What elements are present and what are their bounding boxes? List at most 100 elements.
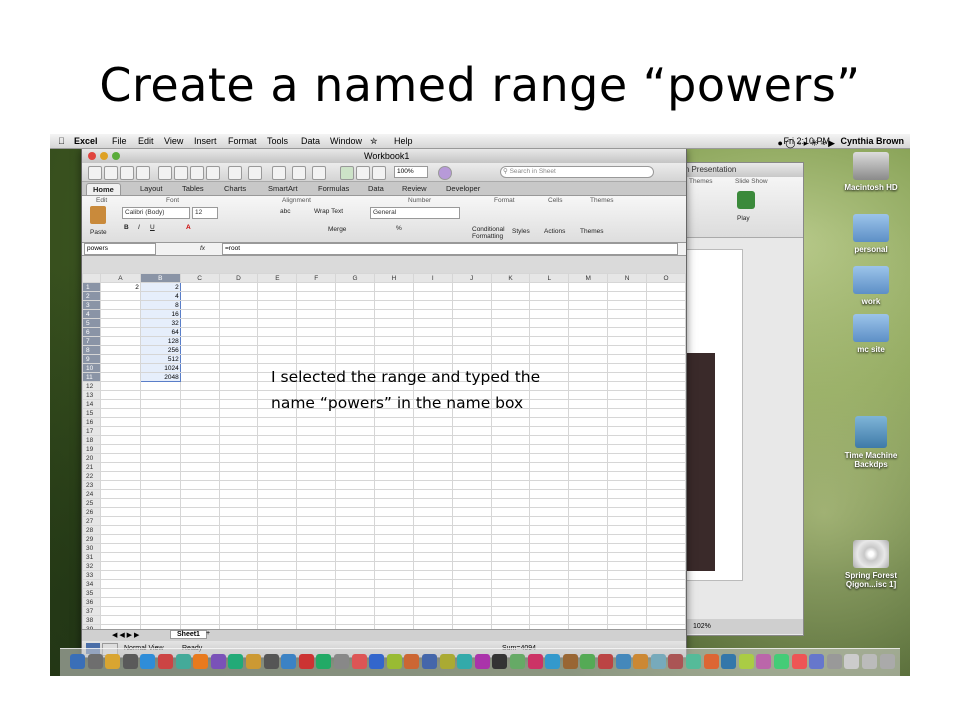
row-header[interactable]: 30 xyxy=(82,543,101,553)
cell-table[interactable]: ABCDEFGHIJKLMNO 1 2 2 2 4 3 8 4 16 5 32 6 64 7 128 8 256… xyxy=(82,273,686,629)
column-header-h[interactable]: H xyxy=(374,273,414,283)
tab-data[interactable]: Data xyxy=(362,183,390,194)
cell-h16[interactable] xyxy=(374,417,414,427)
cell-n23[interactable] xyxy=(607,480,648,490)
cell-k18[interactable] xyxy=(490,435,531,445)
cell-a33[interactable] xyxy=(99,570,141,580)
cell-m8[interactable] xyxy=(568,345,609,355)
cell-m4[interactable] xyxy=(568,309,609,319)
wrap-text-button[interactable]: Wrap Text xyxy=(314,208,343,215)
cell-i35[interactable] xyxy=(412,588,453,598)
dock-app-icon[interactable] xyxy=(826,654,842,669)
cell-a5[interactable] xyxy=(99,318,141,328)
cell-c30[interactable] xyxy=(179,543,220,553)
cell-b25[interactable] xyxy=(139,498,181,508)
cell-h33[interactable] xyxy=(374,570,414,580)
cell-n18[interactable] xyxy=(607,435,648,445)
cell-b13[interactable] xyxy=(139,390,181,400)
cell-h24[interactable] xyxy=(374,489,414,499)
dock-app-icon[interactable] xyxy=(175,654,191,669)
actions-button[interactable]: Actions xyxy=(544,228,565,235)
cell-l36[interactable] xyxy=(529,597,570,607)
font-color-icon[interactable]: A xyxy=(186,224,191,231)
row-header[interactable]: 11 xyxy=(82,372,101,382)
fill-abc-button[interactable]: abc xyxy=(280,208,290,215)
cell-o36[interactable] xyxy=(646,597,686,607)
cell-c1[interactable] xyxy=(179,282,220,292)
cell-d10[interactable] xyxy=(218,363,259,373)
cell-f30[interactable] xyxy=(296,543,337,553)
dock-app-icon[interactable] xyxy=(386,654,402,669)
sort-icon[interactable] xyxy=(292,166,306,180)
user-name[interactable]: Cynthia Brown xyxy=(840,136,904,146)
cell-k28[interactable] xyxy=(490,525,531,535)
cell-b32[interactable] xyxy=(139,561,181,571)
cell-f16[interactable] xyxy=(296,417,337,427)
cell-o12[interactable] xyxy=(646,381,686,391)
row-header[interactable]: 23 xyxy=(82,480,101,490)
help-icon[interactable] xyxy=(438,166,452,180)
cell-c21[interactable] xyxy=(179,462,220,472)
cell-n16[interactable] xyxy=(607,417,648,427)
cell-g5[interactable] xyxy=(335,318,376,328)
cell-e4[interactable] xyxy=(257,309,298,319)
cell-c23[interactable] xyxy=(179,480,220,490)
paste-icon[interactable] xyxy=(190,166,204,180)
cell-k25[interactable] xyxy=(490,498,531,508)
cell-f37[interactable] xyxy=(296,606,337,616)
cell-i3[interactable] xyxy=(412,300,453,310)
cell-g8[interactable] xyxy=(335,345,376,355)
cell-o17[interactable] xyxy=(646,426,686,436)
cell-m28[interactable] xyxy=(568,525,609,535)
cell-g33[interactable] xyxy=(335,570,376,580)
cell-b17[interactable] xyxy=(139,426,181,436)
cell-e34[interactable] xyxy=(257,579,298,589)
cell-b9[interactable]: 512 xyxy=(139,354,181,364)
cell-m30[interactable] xyxy=(568,543,609,553)
cell-g16[interactable] xyxy=(335,417,376,427)
desktop-icon-macintosh-hd[interactable]: Macintosh HD xyxy=(836,152,906,192)
cell-j34[interactable] xyxy=(451,579,492,589)
cell-j22[interactable] xyxy=(451,471,492,481)
cell-m3[interactable] xyxy=(568,300,609,310)
cell-m32[interactable] xyxy=(568,561,609,571)
cell-k20[interactable] xyxy=(490,453,531,463)
cell-f35[interactable] xyxy=(296,588,337,598)
row-header[interactable]: 26 xyxy=(82,507,101,517)
cell-d21[interactable] xyxy=(218,462,259,472)
cell-n15[interactable] xyxy=(607,408,648,418)
cell-a18[interactable] xyxy=(99,435,141,445)
column-header-e[interactable]: E xyxy=(257,273,298,283)
cell-a37[interactable] xyxy=(99,606,141,616)
cell-o19[interactable] xyxy=(646,444,686,454)
cell-m23[interactable] xyxy=(568,480,609,490)
row-header[interactable]: 20 xyxy=(82,453,101,463)
row-header[interactable]: 19 xyxy=(82,444,101,454)
row-header[interactable]: 10 xyxy=(82,363,101,373)
name-box[interactable]: powers xyxy=(84,243,156,255)
cell-c37[interactable] xyxy=(179,606,220,616)
cell-o37[interactable] xyxy=(646,606,686,616)
cell-h27[interactable] xyxy=(374,516,414,526)
dock-app-icon[interactable] xyxy=(862,654,877,669)
row-header[interactable]: 31 xyxy=(82,552,101,562)
dock-app-icon[interactable] xyxy=(545,654,561,669)
cell-o26[interactable] xyxy=(646,507,686,517)
cell-i31[interactable] xyxy=(412,552,453,562)
cell-j26[interactable] xyxy=(451,507,492,517)
cell-n7[interactable] xyxy=(607,336,648,346)
cell-o7[interactable] xyxy=(646,336,686,346)
menu-app-name[interactable]: Excel xyxy=(74,136,98,146)
cell-g27[interactable] xyxy=(335,516,376,526)
cell-j9[interactable] xyxy=(451,354,492,364)
tab-layout[interactable]: Layout xyxy=(134,183,169,194)
cell-i29[interactable] xyxy=(412,534,453,544)
cell-o3[interactable] xyxy=(646,300,686,310)
cell-e29[interactable] xyxy=(257,534,298,544)
cell-i38[interactable] xyxy=(412,615,453,625)
dock-app-icon[interactable] xyxy=(334,654,349,669)
cell-c5[interactable] xyxy=(179,318,220,328)
dock-app-icon[interactable] xyxy=(668,654,684,669)
cell-m17[interactable] xyxy=(568,426,609,436)
row-header[interactable]: 28 xyxy=(82,525,101,535)
